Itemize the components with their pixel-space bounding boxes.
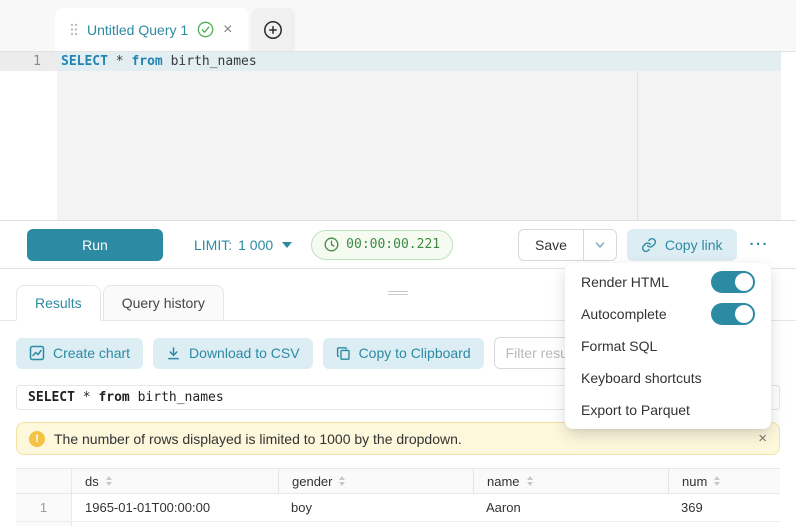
copy-link-button[interactable]: Copy link [627,229,737,261]
editor-code-line[interactable]: SELECT * from birth_names [61,52,257,71]
save-split-button: Save [518,229,617,261]
sort-carets-icon[interactable] [339,476,345,486]
editor-line-number: 1 [0,52,57,71]
create-chart-button[interactable]: Create chart [16,338,143,369]
link-icon [641,237,657,253]
run-button[interactable]: Run [27,229,163,261]
sql-text: birth_names [163,54,257,69]
menu-item-keyboard-shortcuts[interactable]: Keyboard shortcuts [565,362,771,394]
limit-label: LIMIT: [194,237,232,253]
tab-query-history[interactable]: Query history [103,285,224,321]
sql-editor[interactable]: 1 SELECT * from birth_names [0,52,796,221]
chevron-down-icon [594,239,606,251]
column-header-ds[interactable]: ds [72,469,278,493]
check-circle-icon [197,21,214,38]
more-options-menu: Render HTML Autocomplete Format SQL Keyb… [565,263,771,429]
warning-text: The number of rows displayed is limited … [54,431,462,447]
sql-text: * [108,54,131,69]
save-button[interactable]: Save [519,230,583,260]
column-header-gender[interactable]: gender [278,469,473,493]
table-row-partial [16,522,780,526]
cell-num: 369 [668,500,780,515]
query-timer: 00:00:00.221 [311,230,453,260]
clock-icon [324,237,339,252]
limit-value: 1 000 [238,237,273,253]
download-csv-button[interactable]: Download to CSV [153,338,313,369]
copy-clipboard-button[interactable]: Copy to Clipboard [323,338,484,369]
download-icon [166,346,181,361]
plus-circle-icon [263,20,283,40]
sort-carets-icon[interactable] [714,476,720,486]
sql-lab-app: Untitled Query 1 × 1 S [0,0,796,526]
pane-resize-handle[interactable] [388,289,408,297]
sql-keyword: from [98,390,129,405]
timer-value: 00:00:00.221 [346,237,440,252]
menu-item-export-parquet[interactable]: Export to Parquet [565,394,771,426]
sort-carets-icon[interactable] [106,476,112,486]
add-query-tab-button[interactable] [251,8,295,51]
download-csv-label: Download to CSV [189,345,300,361]
caret-down-icon [282,242,292,248]
sort-carets-icon[interactable] [527,476,533,486]
close-icon[interactable]: × [223,22,232,38]
editor-print-margin [637,71,638,220]
row-number-cell: 1 [16,494,72,521]
limit-dropdown[interactable]: LIMIT: 1 000 [194,237,292,253]
menu-item-render-html[interactable]: Render HTML [565,266,771,298]
table-row[interactable]: 1 1965-01-01T00:00:00 boy Aaron 369 [16,494,780,522]
sql-keyword: from [131,54,162,69]
results-table-header: ds gender name num [16,468,780,494]
save-options-button[interactable] [583,230,616,260]
drag-dots-icon[interactable] [70,23,78,36]
menu-item-autocomplete[interactable]: Autocomplete [565,298,771,330]
sql-keyword: SELECT [28,390,75,405]
ellipsis-menu-button[interactable]: ··· [750,236,770,253]
tab-results[interactable]: Results [16,285,101,321]
copy-link-label: Copy link [665,237,723,253]
copy-clipboard-label: Copy to Clipboard [359,345,471,361]
menu-item-format-sql[interactable]: Format SQL [565,330,771,362]
cell-ds: 1965-01-01T00:00:00 [72,500,278,515]
cell-name: Aaron [473,500,668,515]
editor-gutter [0,71,57,220]
editor-tabbar: Untitled Query 1 × [0,0,796,52]
column-header-name[interactable]: name [473,469,668,493]
render-html-toggle[interactable] [711,271,755,293]
query-tab-active[interactable]: Untitled Query 1 × [55,8,248,51]
cell-gender: boy [278,500,473,515]
editor-scroll-gutter [781,52,796,220]
results-table: ds gender name num 1 1965-01-01T0 [16,468,780,526]
warning-close-icon[interactable]: × [758,430,767,447]
column-header-num[interactable]: num [668,469,780,493]
row-number-header [16,469,72,493]
chart-icon [29,345,45,361]
sql-keyword: SELECT [61,54,108,69]
autocomplete-toggle[interactable] [711,303,755,325]
create-chart-label: Create chart [53,345,130,361]
copy-icon [336,346,351,361]
query-tab-label: Untitled Query 1 [87,22,188,38]
exclamation-circle-icon: ! [29,431,45,447]
run-toolbar: Run LIMIT: 1 000 00:00:00.221 Save [0,221,796,269]
